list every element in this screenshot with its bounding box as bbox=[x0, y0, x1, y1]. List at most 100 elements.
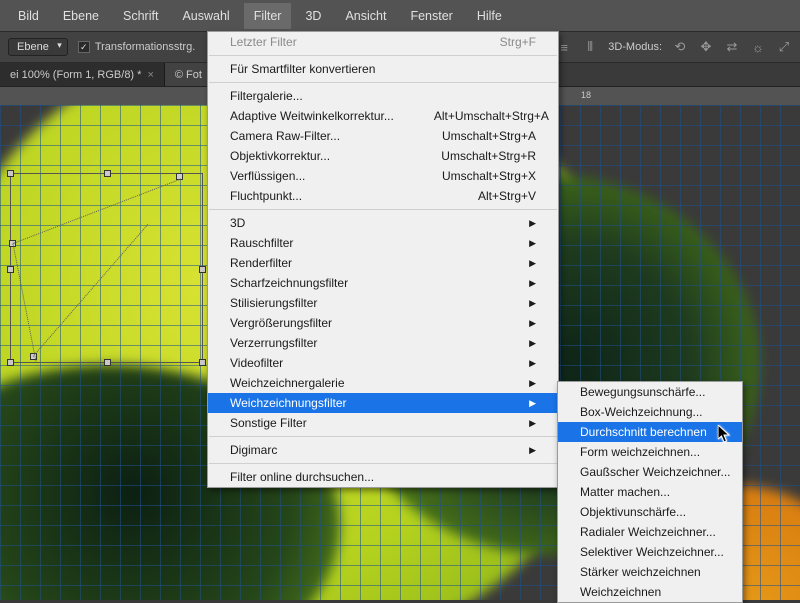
columns-icon[interactable]: ⦀ bbox=[582, 39, 598, 55]
menu-item[interactable]: Sonstige Filter ▶ bbox=[208, 413, 558, 433]
menu-item[interactable]: Digimarc ▶ bbox=[208, 440, 558, 460]
submenu-item[interactable]: Box-Weichzeichnung... bbox=[558, 402, 742, 422]
menu-item[interactable]: Rauschfilter ▶ bbox=[208, 233, 558, 253]
menubar-item-ansicht[interactable]: Ansicht bbox=[335, 3, 396, 29]
chevron-right-icon: ▶ bbox=[499, 218, 536, 229]
submenu-item[interactable]: Matter machen... bbox=[558, 482, 742, 502]
menu-item[interactable]: Fluchtpunkt... Alt+Strg+V bbox=[208, 186, 558, 206]
menubar-item-3d[interactable]: 3D bbox=[295, 3, 331, 29]
menu-item-label: Fluchtpunkt... bbox=[230, 189, 302, 203]
weichzeichnungsfilter-submenu[interactable]: Bewegungsunschärfe... Box-Weichzeichnung.… bbox=[557, 381, 743, 603]
menubar-item-bild[interactable]: Bild bbox=[8, 3, 49, 29]
chevron-right-icon: ▶ bbox=[499, 258, 536, 269]
menu-item-label: Digimarc bbox=[230, 443, 277, 457]
chevron-right-icon: ▶ bbox=[499, 338, 536, 349]
menu-item[interactable]: 3D ▶ bbox=[208, 213, 558, 233]
menu-item[interactable]: Vergrößerungsfilter ▶ bbox=[208, 313, 558, 333]
menubar-item-fenster[interactable]: Fenster bbox=[400, 3, 462, 29]
chevron-right-icon: ▶ bbox=[499, 238, 536, 249]
menu-item[interactable]: Filtergalerie... bbox=[208, 86, 558, 106]
menubar-item-auswahl[interactable]: Auswahl bbox=[172, 3, 239, 29]
submenu-item[interactable]: Objektivunschärfe... bbox=[558, 502, 742, 522]
menubar-item-hilfe[interactable]: Hilfe bbox=[467, 3, 512, 29]
submenu-item-label: Selektiver Weichzeichner... bbox=[580, 545, 724, 559]
menu-item-label: Filter online durchsuchen... bbox=[230, 470, 374, 484]
menu-item[interactable]: Für Smartfilter konvertieren bbox=[208, 59, 558, 79]
menu-item-label: Vergrößerungsfilter bbox=[230, 316, 332, 330]
chevron-right-icon: ▶ bbox=[499, 278, 536, 289]
menu-item[interactable]: Weichzeichnergalerie▶ bbox=[208, 373, 558, 393]
submenu-item-label: Gaußscher Weichzeichner... bbox=[580, 465, 731, 479]
menu-shortcut: Umschalt+Strg+X bbox=[442, 169, 536, 183]
menu-item-label: Weichzeichnergalerie bbox=[230, 376, 345, 390]
chevron-right-icon: ▶ bbox=[499, 445, 536, 456]
menu-item-label: Verflüssigen... bbox=[230, 169, 305, 183]
submenu-item-label: Objektivunschärfe... bbox=[580, 505, 686, 519]
submenu-item[interactable]: Radialer Weichzeichner... bbox=[558, 522, 742, 542]
transform-controls-checkbox[interactable]: ✓ bbox=[78, 41, 90, 53]
transform-bounding-box[interactable] bbox=[10, 173, 203, 363]
menu-item[interactable]: Verflüssigen... Umschalt+Strg+X bbox=[208, 166, 558, 186]
submenu-item[interactable]: Form weichzeichnen... bbox=[558, 442, 742, 462]
scale-icon[interactable]: ⤢ bbox=[776, 39, 792, 55]
menu-item-label: 3D bbox=[230, 216, 245, 230]
menu-shortcut: Umschalt+Strg+R bbox=[441, 149, 536, 163]
chevron-right-icon: ▶ bbox=[499, 298, 536, 309]
menu-item-label: Verzerrungsfilter bbox=[230, 336, 317, 350]
menu-item[interactable]: Renderfilter ▶ bbox=[208, 253, 558, 273]
submenu-item[interactable]: Gaußscher Weichzeichner... bbox=[558, 462, 742, 482]
orbit-icon[interactable]: ⟲ bbox=[672, 39, 688, 55]
menu-separator bbox=[209, 82, 557, 83]
menu-item[interactable]: Verzerrungsfilter ▶ bbox=[208, 333, 558, 353]
submenu-item-label: Weichzeichnen bbox=[580, 585, 661, 599]
submenu-item-label: Stärker weichzeichnen bbox=[580, 565, 701, 579]
menu-item[interactable]: Filter online durchsuchen... bbox=[208, 467, 558, 487]
menu-item[interactable]: Videofilter▶ bbox=[208, 353, 558, 373]
menubar: BildEbeneSchriftAuswahlFilter3DAnsichtFe… bbox=[0, 0, 800, 31]
menu-item-label: Camera Raw-Filter... bbox=[230, 129, 340, 143]
layer-target-dropdown[interactable]: Ebene bbox=[8, 38, 68, 56]
menu-shortcut: Alt+Umschalt+Strg+A bbox=[434, 109, 549, 123]
chevron-right-icon: ▶ bbox=[499, 418, 536, 429]
submenu-item-label: Bewegungsunschärfe... bbox=[580, 385, 705, 399]
submenu-item[interactable]: Weichzeichnen bbox=[558, 582, 742, 602]
pan-icon[interactable]: ✥ bbox=[698, 39, 714, 55]
submenu-item[interactable]: Durchschnitt berechnen bbox=[558, 422, 742, 442]
filter-menu[interactable]: Letzter FilterStrg+FFür Smartfilter konv… bbox=[207, 31, 559, 488]
menu-item-label: Renderfilter bbox=[230, 256, 292, 270]
submenu-item-label: Matter machen... bbox=[580, 485, 670, 499]
menu-item[interactable]: Adaptive Weitwinkelkorrektur...Alt+Umsch… bbox=[208, 106, 558, 126]
ruler-mark: 18 bbox=[581, 90, 591, 100]
menu-item[interactable]: Objektivkorrektur... Umschalt+Strg+R bbox=[208, 146, 558, 166]
menu-item-label: Scharfzeichnungsfilter bbox=[230, 276, 348, 290]
menu-shortcut: Alt+Strg+V bbox=[478, 189, 536, 203]
menu-separator bbox=[209, 55, 557, 56]
menu-item-label: Weichzeichnungsfilter bbox=[230, 396, 347, 410]
submenu-item[interactable]: Bewegungsunschärfe... bbox=[558, 382, 742, 402]
menubar-item-schrift[interactable]: Schrift bbox=[113, 3, 168, 29]
menu-item[interactable]: Weichzeichnungsfilter ▶ bbox=[208, 393, 558, 413]
menu-shortcut: Umschalt+Strg+A bbox=[442, 129, 536, 143]
menu-item-label: Sonstige Filter bbox=[230, 416, 307, 430]
submenu-item-label: Durchschnitt berechnen bbox=[580, 425, 707, 439]
menubar-item-filter[interactable]: Filter bbox=[244, 3, 292, 29]
menu-separator bbox=[209, 436, 557, 437]
transform-label: Transformationsstrg. bbox=[95, 41, 195, 53]
menu-item[interactable]: Scharfzeichnungsfilter ▶ bbox=[208, 273, 558, 293]
submenu-item[interactable]: Selektiver Weichzeichner... bbox=[558, 542, 742, 562]
submenu-item[interactable]: Stärker weichzeichnen bbox=[558, 562, 742, 582]
menu-item[interactable]: Camera Raw-Filter... Umschalt+Strg+A bbox=[208, 126, 558, 146]
slide-icon[interactable]: ⇄ bbox=[724, 39, 740, 55]
gear-icon[interactable]: ☼ bbox=[750, 39, 766, 55]
menubar-item-ebene[interactable]: Ebene bbox=[53, 3, 109, 29]
tab-label: ei 100% (Form 1, RGB/8) * bbox=[10, 69, 141, 81]
tab-label: © Fot bbox=[175, 69, 202, 81]
menu-item-label: Filtergalerie... bbox=[230, 89, 303, 103]
chevron-right-icon: ▶ bbox=[499, 398, 536, 409]
menu-item[interactable]: Stilisierungsfilter▶ bbox=[208, 293, 558, 313]
document-tab[interactable]: ei 100% (Form 1, RGB/8) * × bbox=[0, 63, 165, 86]
menu-item-label: Objektivkorrektur... bbox=[230, 149, 330, 163]
menu-item-label: Rauschfilter bbox=[230, 236, 293, 250]
close-icon[interactable]: × bbox=[147, 69, 153, 81]
chevron-right-icon: ▶ bbox=[499, 318, 536, 329]
